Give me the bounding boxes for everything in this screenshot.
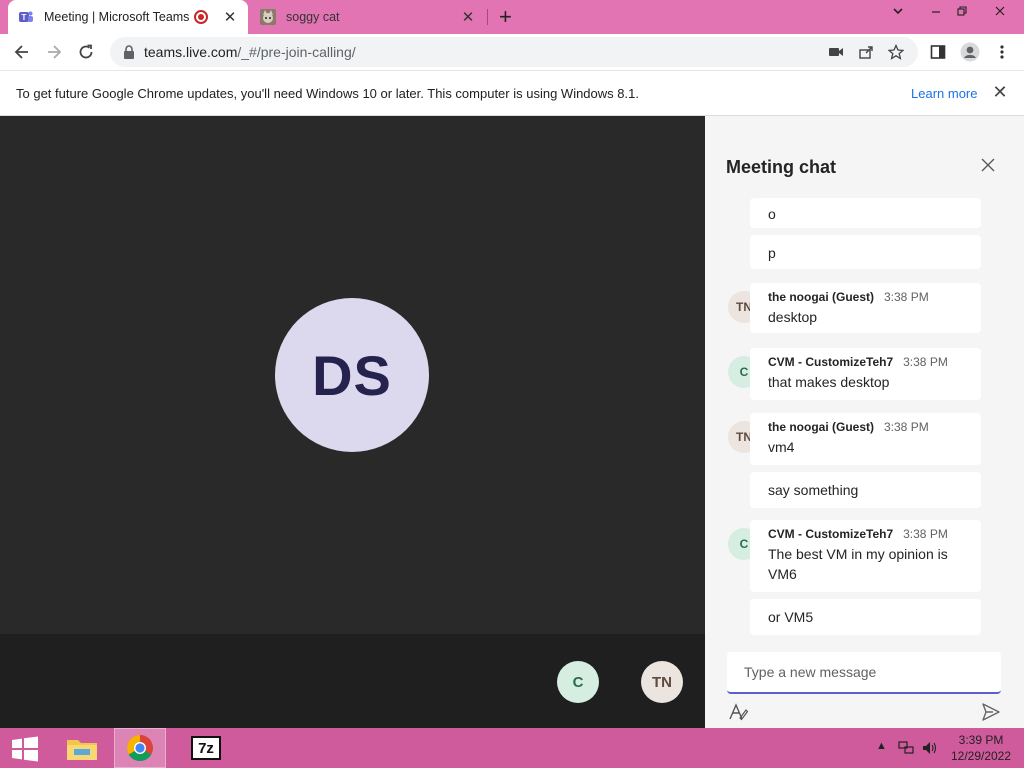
chat-title: Meeting chat <box>726 157 837 177</box>
meeting-stage: DS <box>0 116 705 634</box>
tab-title: soggy cat <box>286 10 340 24</box>
windows-start-icon[interactable] <box>10 736 40 762</box>
format-text-icon[interactable] <box>727 702 749 722</box>
participant-avatar[interactable]: C <box>557 661 599 703</box>
taskbar-clock[interactable]: 3:39 PM 12/29/2022 <box>946 732 1016 764</box>
reload-icon[interactable] <box>74 40 98 64</box>
message-text: desktop <box>768 309 818 325</box>
browser-toolbar: teams.live.com/_#/pre-join-calling/ <box>0 34 1024 70</box>
browser-tabstrip: T Meeting | Microsoft Teams ✕ soggy cat … <box>0 0 1024 34</box>
chat-message: CVM - CustomizeTeh7 3:38 PM that makes de… <box>750 348 981 400</box>
message-text: that makes desktop <box>768 374 890 390</box>
side-panel-icon[interactable] <box>926 40 950 64</box>
recording-indicator-icon <box>194 10 208 24</box>
meeting-chat-panel: Meeting chat o p TN the noogai (Guest) 3:… <box>705 116 1024 728</box>
message-time: 3:38 PM <box>903 527 948 541</box>
minimize-icon[interactable] <box>922 4 950 20</box>
sender-name: CVM - CustomizeTeh7 <box>768 355 894 369</box>
clock-time: 3:39 PM <box>958 733 1004 747</box>
infobar-message: To get future Google Chrome updates, you… <box>16 86 639 101</box>
chat-close-icon[interactable] <box>979 156 997 174</box>
folder-icon <box>67 740 97 760</box>
send-icon[interactable] <box>981 702 1001 722</box>
message-text: p <box>768 245 776 261</box>
url-host: teams.live.com <box>144 44 238 60</box>
tab-search-chevron-icon[interactable] <box>884 4 912 20</box>
tab-close-icon[interactable]: ✕ <box>222 8 238 26</box>
url-text: teams.live.com/_#/pre-join-calling/ <box>144 44 356 60</box>
share-icon[interactable] <box>858 44 874 60</box>
chat-message: p <box>750 235 981 269</box>
teams-icon: T <box>19 11 33 22</box>
lock-icon <box>124 45 134 59</box>
infobar-close-icon[interactable]: ✕ <box>990 82 1010 103</box>
participant-avatar[interactable]: TN <box>641 661 683 703</box>
chat-message: o <box>750 198 981 228</box>
clock-date: 12/29/2022 <box>950 749 1012 763</box>
chat-message: say something <box>750 472 981 508</box>
sender-name: the noogai (Guest) <box>768 290 874 304</box>
message-time: 3:38 PM <box>884 420 929 434</box>
address-bar[interactable]: teams.live.com/_#/pre-join-calling/ <box>110 37 918 67</box>
volume-icon[interactable] <box>922 741 938 755</box>
forward-arrow-icon[interactable] <box>42 40 66 64</box>
message-text: or VM5 <box>768 609 814 625</box>
file-explorer-taskbar-button[interactable] <box>56 728 108 768</box>
compose-box <box>727 652 1001 694</box>
tab-separator <box>487 9 488 25</box>
chat-message: CVM - CustomizeTeh7 3:38 PM The best VM i… <box>750 520 981 592</box>
cat-favicon-icon <box>260 9 276 25</box>
bookmark-star-icon[interactable] <box>888 44 904 60</box>
tab-meeting-teams[interactable]: T Meeting | Microsoft Teams ✕ <box>8 0 248 34</box>
chat-message: the noogai (Guest) 3:38 PM vm4 <box>750 413 981 465</box>
windows-taskbar: 7z ▲ 3:39 PM 12/29/2022 <box>0 728 1024 768</box>
profile-avatar-icon[interactable] <box>958 40 982 64</box>
main-participant-avatar: DS <box>275 298 429 452</box>
tab-soggy-cat[interactable]: soggy cat ✕ <box>250 0 486 34</box>
sender-name: the noogai (Guest) <box>768 420 874 434</box>
show-hidden-icons-icon[interactable]: ▲ <box>876 740 887 752</box>
chrome-icon <box>126 735 153 762</box>
network-icon[interactable] <box>898 741 914 755</box>
tab-title: Meeting | Microsoft Teams <box>44 10 190 24</box>
sender-name: CVM - CustomizeTeh7 <box>768 527 894 541</box>
camera-in-use-icon[interactable] <box>828 45 844 59</box>
message-time: 3:38 PM <box>884 290 929 304</box>
window-close-icon[interactable] <box>986 4 1014 20</box>
restore-icon[interactable] <box>948 4 976 20</box>
message-text: The best VM in my opinion is VM6 <box>768 546 948 582</box>
url-path: /_#/pre-join-calling/ <box>237 44 356 60</box>
tab-close-icon[interactable]: ✕ <box>460 8 476 26</box>
back-arrow-icon[interactable] <box>10 40 34 64</box>
7zip-taskbar-button[interactable]: 7z <box>180 728 232 768</box>
kebab-menu-icon[interactable] <box>990 40 1014 64</box>
learn-more-link[interactable]: Learn more <box>911 86 977 101</box>
message-input[interactable] <box>727 652 1001 692</box>
message-time: 3:38 PM <box>903 355 948 369</box>
chat-message: the noogai (Guest) 3:38 PM desktop <box>750 283 981 333</box>
chrome-update-infobar: To get future Google Chrome updates, you… <box>0 70 1024 116</box>
chrome-taskbar-button[interactable] <box>114 728 166 768</box>
participant-strip: C TN <box>0 634 705 728</box>
svg-text:T: T <box>22 13 27 22</box>
message-text: vm4 <box>768 439 795 455</box>
message-text: o <box>768 206 776 222</box>
new-tab-icon[interactable]: + <box>499 5 512 29</box>
message-text: say something <box>768 482 859 498</box>
7zip-icon: 7z <box>191 736 221 760</box>
chat-message: or VM5 <box>750 599 981 635</box>
